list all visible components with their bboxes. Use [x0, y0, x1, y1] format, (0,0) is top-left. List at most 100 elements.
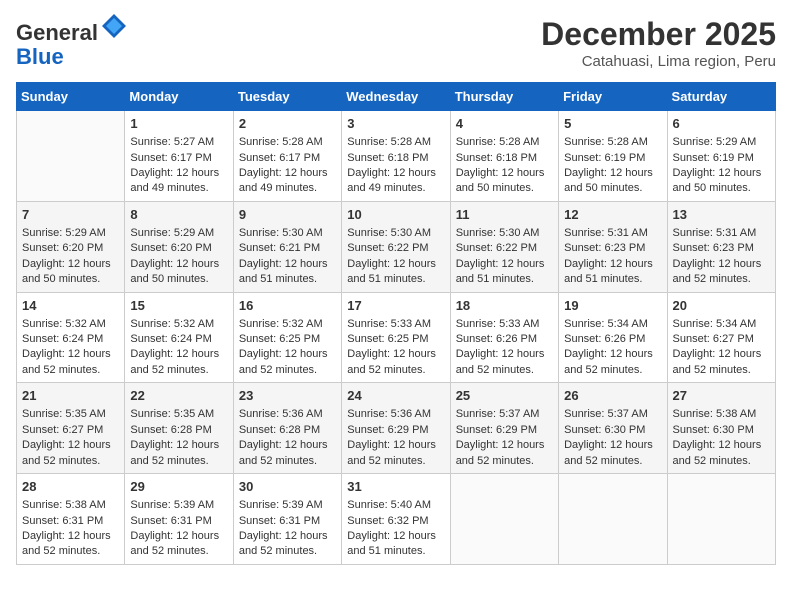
calendar-cell: 17Sunrise: 5:33 AMSunset: 6:25 PMDayligh… — [342, 292, 450, 383]
cell-text: Sunset: 6:30 PM — [564, 423, 661, 438]
calendar-cell — [667, 474, 775, 565]
calendar-cell — [450, 474, 558, 565]
cell-text: and 51 minutes. — [239, 272, 336, 287]
page-header: General Blue December 2025 Catahuasi, Li… — [16, 16, 776, 70]
cell-text: Sunrise: 5:34 AM — [673, 317, 770, 332]
cell-text: Sunset: 6:25 PM — [347, 332, 444, 347]
cell-text: Sunset: 6:27 PM — [673, 332, 770, 347]
cell-text: Sunrise: 5:37 AM — [456, 407, 553, 422]
day-number: 15 — [130, 297, 227, 315]
day-number: 4 — [456, 115, 553, 133]
cell-text: and 52 minutes. — [130, 454, 227, 469]
calendar-cell: 15Sunrise: 5:32 AMSunset: 6:24 PMDayligh… — [125, 292, 233, 383]
calendar-cell: 14Sunrise: 5:32 AMSunset: 6:24 PMDayligh… — [17, 292, 125, 383]
cell-text: and 52 minutes. — [564, 454, 661, 469]
calendar-cell: 27Sunrise: 5:38 AMSunset: 6:30 PMDayligh… — [667, 383, 775, 474]
logo-blue: Blue — [16, 44, 64, 69]
cell-text: and 50 minutes. — [22, 272, 119, 287]
day-number: 11 — [456, 206, 553, 224]
cell-text: and 52 minutes. — [673, 272, 770, 287]
cell-text: Daylight: 12 hours — [456, 257, 553, 272]
cell-text: Sunrise: 5:29 AM — [673, 135, 770, 150]
day-number: 30 — [239, 478, 336, 496]
cell-text: and 52 minutes. — [456, 363, 553, 378]
cell-text: Sunrise: 5:33 AM — [347, 317, 444, 332]
calendar-cell: 25Sunrise: 5:37 AMSunset: 6:29 PMDayligh… — [450, 383, 558, 474]
cell-text: Daylight: 12 hours — [130, 166, 227, 181]
cell-text: Sunrise: 5:28 AM — [347, 135, 444, 150]
cell-text: Daylight: 12 hours — [239, 166, 336, 181]
cell-text: Daylight: 12 hours — [22, 257, 119, 272]
cell-text: and 52 minutes. — [456, 454, 553, 469]
cell-text: Sunrise: 5:32 AM — [239, 317, 336, 332]
calendar-cell: 12Sunrise: 5:31 AMSunset: 6:23 PMDayligh… — [559, 201, 667, 292]
cell-text: and 52 minutes. — [239, 544, 336, 559]
cell-text: Sunrise: 5:29 AM — [22, 226, 119, 241]
calendar-cell: 18Sunrise: 5:33 AMSunset: 6:26 PMDayligh… — [450, 292, 558, 383]
cell-text: Sunset: 6:23 PM — [673, 241, 770, 256]
cell-text: Sunset: 6:26 PM — [564, 332, 661, 347]
calendar-cell: 9Sunrise: 5:30 AMSunset: 6:21 PMDaylight… — [233, 201, 341, 292]
cell-text: and 52 minutes. — [673, 363, 770, 378]
cell-text: Sunset: 6:31 PM — [130, 514, 227, 529]
header-tuesday: Tuesday — [233, 83, 341, 111]
day-number: 24 — [347, 387, 444, 405]
cell-text: Sunrise: 5:35 AM — [22, 407, 119, 422]
cell-text: Sunrise: 5:30 AM — [239, 226, 336, 241]
header-monday: Monday — [125, 83, 233, 111]
cell-text: Daylight: 12 hours — [456, 438, 553, 453]
day-number: 6 — [673, 115, 770, 133]
header-sunday: Sunday — [17, 83, 125, 111]
cell-text: Daylight: 12 hours — [564, 257, 661, 272]
cell-text: Sunrise: 5:31 AM — [564, 226, 661, 241]
day-number: 14 — [22, 297, 119, 315]
cell-text: and 51 minutes. — [456, 272, 553, 287]
header-thursday: Thursday — [450, 83, 558, 111]
cell-text: Sunrise: 5:33 AM — [456, 317, 553, 332]
day-number: 7 — [22, 206, 119, 224]
calendar-cell: 23Sunrise: 5:36 AMSunset: 6:28 PMDayligh… — [233, 383, 341, 474]
cell-text: Daylight: 12 hours — [22, 347, 119, 362]
calendar-cell: 16Sunrise: 5:32 AMSunset: 6:25 PMDayligh… — [233, 292, 341, 383]
cell-text: Sunrise: 5:36 AM — [239, 407, 336, 422]
cell-text: Sunrise: 5:32 AM — [130, 317, 227, 332]
cell-text: Sunrise: 5:31 AM — [673, 226, 770, 241]
calendar-cell: 4Sunrise: 5:28 AMSunset: 6:18 PMDaylight… — [450, 111, 558, 202]
cell-text: Sunrise: 5:39 AM — [239, 498, 336, 513]
calendar-cell: 28Sunrise: 5:38 AMSunset: 6:31 PMDayligh… — [17, 474, 125, 565]
cell-text: and 52 minutes. — [673, 454, 770, 469]
day-number: 27 — [673, 387, 770, 405]
cell-text: Daylight: 12 hours — [130, 257, 227, 272]
day-number: 26 — [564, 387, 661, 405]
cell-text: Sunset: 6:24 PM — [22, 332, 119, 347]
day-number: 28 — [22, 478, 119, 496]
day-number: 5 — [564, 115, 661, 133]
cell-text: and 50 minutes. — [130, 272, 227, 287]
cell-text: and 52 minutes. — [22, 363, 119, 378]
cell-text: and 49 minutes. — [239, 181, 336, 196]
cell-text: Sunrise: 5:28 AM — [456, 135, 553, 150]
calendar-week-4: 21Sunrise: 5:35 AMSunset: 6:27 PMDayligh… — [17, 383, 776, 474]
cell-text: and 52 minutes. — [130, 544, 227, 559]
calendar-cell — [559, 474, 667, 565]
calendar-cell: 22Sunrise: 5:35 AMSunset: 6:28 PMDayligh… — [125, 383, 233, 474]
calendar-cell: 31Sunrise: 5:40 AMSunset: 6:32 PMDayligh… — [342, 474, 450, 565]
cell-text: Sunrise: 5:35 AM — [130, 407, 227, 422]
cell-text: Sunrise: 5:28 AM — [239, 135, 336, 150]
cell-text: Sunrise: 5:28 AM — [564, 135, 661, 150]
cell-text: Sunrise: 5:34 AM — [564, 317, 661, 332]
calendar-cell: 10Sunrise: 5:30 AMSunset: 6:22 PMDayligh… — [342, 201, 450, 292]
cell-text: and 49 minutes. — [130, 181, 227, 196]
day-number: 29 — [130, 478, 227, 496]
cell-text: Sunrise: 5:38 AM — [673, 407, 770, 422]
calendar-cell: 11Sunrise: 5:30 AMSunset: 6:22 PMDayligh… — [450, 201, 558, 292]
day-number: 19 — [564, 297, 661, 315]
cell-text: and 51 minutes. — [564, 272, 661, 287]
cell-text: and 52 minutes. — [564, 363, 661, 378]
day-number: 3 — [347, 115, 444, 133]
title-section: December 2025 Catahuasi, Lima region, Pe… — [541, 16, 776, 70]
cell-text: Daylight: 12 hours — [347, 438, 444, 453]
day-number: 12 — [564, 206, 661, 224]
calendar-cell: 24Sunrise: 5:36 AMSunset: 6:29 PMDayligh… — [342, 383, 450, 474]
cell-text: Daylight: 12 hours — [673, 257, 770, 272]
